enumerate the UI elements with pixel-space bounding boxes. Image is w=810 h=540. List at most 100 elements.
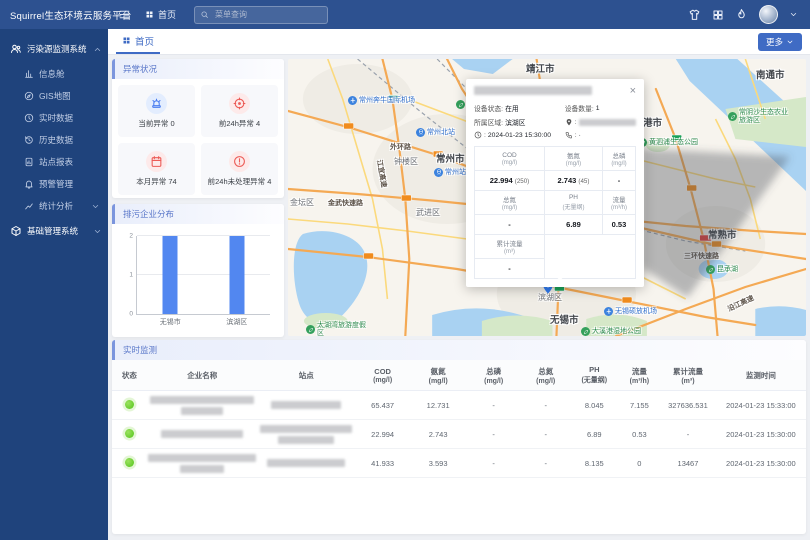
sidebar-group-label: 污染源监测系统 — [27, 43, 87, 55]
redacted-text — [267, 459, 345, 467]
value-cell: 7.155 — [619, 391, 661, 420]
table-row[interactable]: 41.9333.593--8.1350134672024-01-23 15:30… — [112, 449, 806, 478]
abnormal-card-label: 前24h未处理异常 4 — [208, 176, 272, 187]
users-icon — [10, 43, 22, 55]
company-name-cell — [147, 391, 258, 420]
chevron-down-icon — [91, 202, 100, 211]
chevron-down-icon[interactable] — [789, 10, 798, 19]
value-cell: 2024-01-23 15:33:00 — [716, 391, 806, 420]
metric-value: 2.743 (45) — [544, 171, 602, 191]
metric-value: 22.994 (250) — [475, 171, 545, 191]
popup-title-redacted — [474, 86, 592, 95]
pin-icon — [565, 118, 573, 126]
popup-pointer — [552, 271, 568, 281]
tab-home-label: 首页 — [135, 34, 154, 48]
popup-metrics-table: COD(mg/l)氨氮(mg/l)总磷(mg/l) 22.994 (250)2.… — [474, 146, 636, 279]
table-header: 站点 — [258, 360, 355, 391]
metric-header: 总磷(mg/l) — [602, 147, 635, 171]
sidebar-item-0-3[interactable]: 历史数据 — [0, 129, 108, 151]
clock-icon — [24, 113, 34, 123]
value-cell: 327636.531 — [660, 391, 716, 420]
popup-field-value: 2024-01-23 15:30:00 — [488, 132, 551, 139]
tab-home[interactable]: 首页 — [116, 29, 160, 54]
target-icon — [229, 93, 250, 114]
redacted-text — [180, 465, 224, 473]
sidebar-item-label: 站点报表 — [39, 156, 73, 168]
sidebar-item-0-0[interactable]: 信息舱 — [0, 63, 108, 85]
popup-field-value: 1 — [596, 105, 600, 112]
popup-field: 所属区域: 滨湖区 — [474, 117, 565, 127]
sidebar-item-0-5[interactable]: 预警管理 — [0, 173, 108, 195]
breadcrumb-label: 首页 — [158, 8, 176, 21]
sidebar-item-label: 实时数据 — [39, 112, 73, 124]
value-cell: - — [521, 449, 570, 478]
home-grid-icon — [145, 10, 154, 19]
abnormal-card-label: 本月异常 74 — [136, 176, 176, 187]
abnormal-card[interactable]: 前24h未处理异常 4 — [201, 143, 278, 195]
hamburger-menu-icon[interactable] — [118, 8, 131, 21]
value-cell: - — [466, 449, 522, 478]
abnormal-card[interactable]: 当前异常 0 — [118, 85, 195, 137]
flame-icon[interactable] — [735, 8, 748, 21]
value-cell: 2024-01-23 15:30:00 — [716, 449, 806, 478]
table-row[interactable]: 65.43712.731--8.0457.155327636.5312024-0… — [112, 391, 806, 420]
more-button[interactable]: 更多 — [758, 33, 802, 51]
value-cell: 0.53 — [619, 420, 661, 449]
table-header: 流量(m³/h) — [619, 360, 661, 391]
sidebar-item-0-6[interactable]: 统计分析 — [0, 195, 108, 217]
table-row[interactable]: 22.9942.743--6.890.53-2024-01-23 15:30:0… — [112, 420, 806, 449]
theme-icon[interactable] — [688, 8, 701, 21]
redacted-text — [150, 396, 254, 404]
value-cell: - — [521, 420, 570, 449]
breadcrumb[interactable]: 首页 — [145, 8, 176, 21]
redacted-text — [161, 430, 243, 438]
map[interactable]: 靖江市南通市张家港市常州市常熟市无锡市钟楼区武进区金坛区滨湖区金武快速路外环路三… — [288, 59, 806, 336]
search-input[interactable] — [213, 9, 322, 20]
sidebar-group-0[interactable]: 污染源监测系统 — [0, 35, 108, 63]
sidebar-item-0-4[interactable]: 站点报表 — [0, 151, 108, 173]
metric-header: COD(mg/l) — [475, 147, 545, 171]
value-cell: 2.743 — [410, 420, 466, 449]
sidebar-item-0-1[interactable]: GIS地图 — [0, 85, 108, 107]
sidebar-group-1[interactable]: 基础管理系统 — [0, 217, 108, 245]
panel-title-abnormal: 异常状况 — [112, 59, 284, 79]
close-icon[interactable]: × — [630, 86, 636, 97]
chevron-down-icon — [93, 227, 102, 236]
status-online-dot — [125, 429, 134, 438]
metric-header: 流量(m³/h) — [602, 191, 635, 215]
value-cell: 65.437 — [355, 391, 411, 420]
alert-icon — [229, 151, 250, 172]
cube-icon — [10, 225, 22, 237]
sidebar-item-label: GIS地图 — [39, 90, 71, 102]
company-name-cell — [147, 449, 258, 478]
tab-home-icon — [122, 36, 131, 45]
menu-search[interactable] — [194, 6, 328, 24]
sidebar-menu: 污染源监测系统 信息舱 GIS地图 实时数据 历史数据 站点报表 预警管理 统计… — [0, 29, 108, 540]
avatar[interactable] — [759, 5, 778, 24]
clock-icon — [474, 131, 482, 139]
redacted-text — [271, 401, 341, 409]
abnormal-card[interactable]: 前24h异常 4 — [201, 85, 278, 137]
value-cell: 8.045 — [570, 391, 619, 420]
sidebar-item-0-2[interactable]: 实时数据 — [0, 107, 108, 129]
value-cell: 12.731 — [410, 391, 466, 420]
popup-field: : 2024-01-23 15:30:00 — [474, 131, 565, 139]
panel-title-realtime: 实时监测 — [112, 340, 806, 360]
abnormal-card[interactable]: 本月异常 74 — [118, 143, 195, 195]
metric-value: - — [602, 171, 635, 191]
layout-icon[interactable] — [712, 9, 724, 21]
y-tick: 0 — [120, 311, 133, 318]
sidebar-item-label: 统计分析 — [39, 200, 73, 212]
sidebar-group-label: 基础管理系统 — [27, 225, 78, 237]
site-cell — [258, 391, 355, 420]
table-header: 氨氮(mg/l) — [410, 360, 466, 391]
chevron-down-icon — [786, 38, 794, 46]
tab-bar: 首页 更多 — [108, 29, 810, 55]
value-cell: - — [466, 391, 522, 420]
bar — [229, 236, 244, 314]
value-cell: 22.994 — [355, 420, 411, 449]
redacted-text — [260, 425, 352, 433]
abnormal-card-label: 前24h异常 4 — [219, 118, 260, 129]
redacted-text — [181, 407, 223, 415]
site-cell — [258, 449, 355, 478]
